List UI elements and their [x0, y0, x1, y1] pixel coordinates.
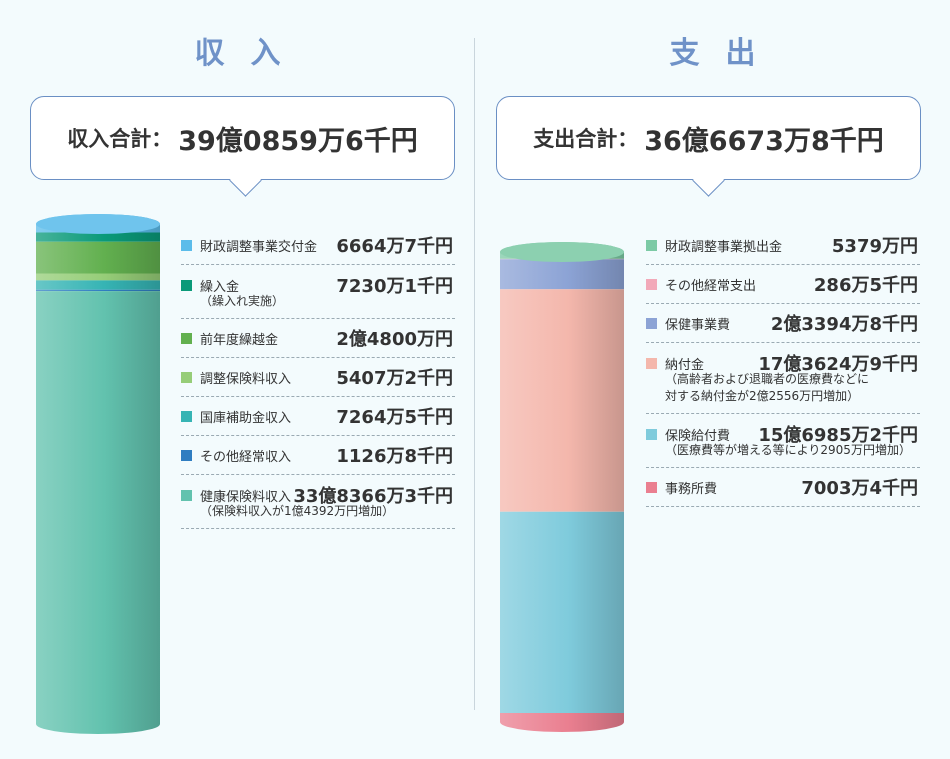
legend-swatch	[181, 410, 192, 422]
income-segment-7	[36, 291, 160, 734]
income-segment-4	[36, 273, 160, 281]
legend-value: 2億4800万円	[336, 329, 453, 350]
legend-label: 財政調整事業交付金	[200, 239, 318, 255]
expense-legend-item: 事務所費 7003万4千円	[646, 468, 920, 507]
legend-value: 6664万7千円	[336, 236, 453, 257]
expense-cylinder	[500, 242, 624, 732]
legend-label: 繰入金	[200, 279, 240, 295]
legend-value: 7003万4千円	[801, 478, 918, 499]
income-heading: 収入	[194, 36, 307, 71]
expense-total-value: 36億6673万8千円	[644, 125, 884, 157]
legend-label: 調整保険料収入	[200, 371, 292, 387]
income-total-value: 39億0859万6千円	[178, 125, 418, 157]
legend-label: 納付金	[665, 357, 705, 373]
expense-legend-item: その他経常支出 286万5千円	[646, 265, 920, 304]
expense-cylinder-top	[500, 242, 624, 262]
expense-legend-item: 納付金 17億3624万9千円 （高齢者および退職者の医療費などに 対する納付金が2億…	[646, 343, 920, 414]
legend-swatch	[181, 279, 192, 291]
income-legend: 財政調整事業交付金 6664万7千円 繰入金 7230万1千円 （繰入れ実施） 前年度繰越…	[181, 226, 455, 529]
legend-label: 事務所費	[665, 481, 718, 497]
income-cylinder-top	[36, 214, 160, 234]
legend-swatch	[646, 278, 657, 290]
legend-swatch	[646, 239, 657, 251]
income-panel: 収入 収入合計： 39億0859万6千円 財政調整事業交付金 6664万7千円繰入…	[0, 0, 475, 759]
expense-heading: 支出	[669, 36, 782, 71]
legend-label: 財政調整事業拠出金	[665, 239, 783, 255]
legend-value: 7230万1千円	[336, 276, 453, 297]
legend-value: 17億3624万9千円	[758, 354, 918, 375]
legend-value: 5407万2千円	[336, 368, 453, 389]
expense-segment-4	[500, 289, 624, 512]
expense-legend-item: 保健事業費 2億3394万8千円	[646, 304, 920, 343]
legend-value: 15億6985万2千円	[758, 425, 918, 446]
income-cylinder	[36, 214, 160, 734]
income-segment-6	[36, 289, 160, 292]
expense-legend: 財政調整事業拠出金 5379万円その他経常支出 286万5千円保健事業費 2億3394…	[646, 226, 920, 507]
income-legend-item: 前年度繰越金 2億4800万円	[181, 319, 455, 358]
legend-value: 2億3394万8千円	[770, 314, 918, 335]
expense-total-label: 支出合計：	[533, 127, 639, 151]
legend-label: その他経常収入	[200, 449, 292, 465]
legend-label: 健康保険料収入	[200, 489, 292, 505]
income-legend-item: 繰入金 7230万1千円 （繰入れ実施）	[181, 265, 455, 319]
expense-panel: 支出 支出合計： 36億6673万8千円 財政調整事業拠出金 5379万円その他経…	[475, 0, 950, 759]
income-segment-5	[36, 280, 160, 290]
legend-label: 前年度繰越金	[200, 332, 279, 348]
legend-swatch	[181, 371, 192, 383]
legend-value: 286万5千円	[813, 275, 918, 296]
legend-swatch	[181, 449, 192, 461]
income-legend-item: 調整保険料収入 5407万2千円	[181, 358, 455, 397]
expense-segment-6	[500, 713, 624, 732]
legend-swatch	[646, 428, 657, 440]
expense-total-bubble: 支出合計： 36億6673万8千円	[496, 96, 921, 197]
legend-swatch	[646, 357, 657, 369]
expense-segment-5	[500, 511, 624, 714]
income-legend-item: その他経常収入 1126万8千円	[181, 436, 455, 475]
legend-label: その他経常支出	[665, 278, 757, 294]
legend-swatch	[181, 332, 192, 344]
income-legend-item: 国庫補助金収入 7264万5千円	[181, 397, 455, 436]
income-legend-item: 財政調整事業交付金 6664万7千円	[181, 226, 455, 265]
legend-swatch	[646, 481, 657, 493]
legend-value: 1126万8千円	[336, 446, 453, 467]
legend-label: 国庫補助金収入	[200, 410, 292, 426]
bubble-tail	[692, 164, 725, 197]
income-total-bubble: 収入合計： 39億0859万6千円	[30, 96, 455, 197]
legend-label: 保健事業費	[665, 317, 731, 333]
income-legend-item: 健康保険料収入 33億8366万3千円 （保険料収入が1億4392万円増加）	[181, 475, 455, 529]
expense-legend-item: 財政調整事業拠出金 5379万円	[646, 226, 920, 265]
legend-value: 33億8366万3千円	[293, 486, 453, 507]
income-segment-3	[36, 241, 160, 274]
legend-value: 7264万5千円	[336, 407, 453, 428]
legend-note-line: 対する納付金が2億2556万円増加）	[665, 389, 860, 403]
expense-legend-item: 保険給付費 15億6985万2千円 （医療費等が増える等により2905万円増加）	[646, 414, 920, 468]
income-total-label: 収入合計：	[67, 127, 173, 151]
legend-label: 保険給付費	[665, 428, 731, 444]
legend-value: 5379万円	[831, 236, 918, 257]
legend-swatch	[181, 239, 192, 251]
legend-swatch	[646, 317, 657, 329]
legend-swatch	[181, 489, 192, 501]
expense-segment-3	[500, 259, 624, 290]
bubble-tail	[229, 164, 262, 197]
